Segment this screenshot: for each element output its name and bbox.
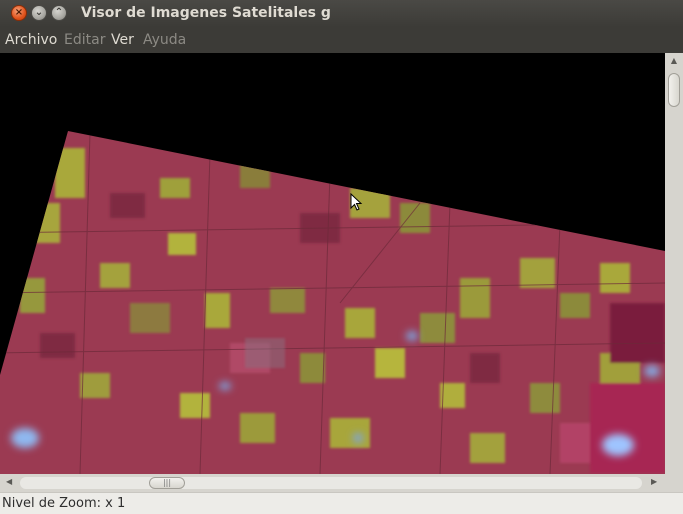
horizontal-scroll-track[interactable] bbox=[20, 477, 642, 489]
menu-ver[interactable]: Ver bbox=[111, 32, 134, 48]
scroll-left-icon[interactable]: ◀ bbox=[6, 477, 12, 486]
scroll-right-icon[interactable]: ▶ bbox=[651, 477, 657, 486]
menu-bar: Archivo Editar Ver Ayuda bbox=[0, 27, 683, 53]
window-title: Visor de Imagenes Satelitales g bbox=[81, 5, 331, 21]
scroll-up-icon[interactable]: ▲ bbox=[665, 56, 683, 65]
vertical-scrollbar[interactable]: ▲ bbox=[665, 53, 683, 474]
minimize-icon: ⌄ bbox=[34, 7, 44, 18]
menu-editar[interactable]: Editar bbox=[64, 32, 105, 48]
menu-ayuda[interactable]: Ayuda bbox=[143, 32, 186, 48]
status-bar: Nivel de Zoom: x 1 bbox=[0, 492, 683, 514]
maximize-button[interactable]: ⌃ bbox=[51, 5, 67, 21]
horizontal-scrollbar[interactable]: ◀ ||| ▶ bbox=[0, 474, 665, 492]
title-bar: × ⌄ ⌃ Visor de Imagenes Satelitales g bbox=[0, 0, 683, 27]
horizontal-scroll-thumb[interactable]: ||| bbox=[149, 477, 185, 489]
scrollbar-corner bbox=[665, 474, 683, 492]
vertical-scroll-thumb[interactable] bbox=[668, 73, 680, 107]
satellite-image bbox=[0, 131, 665, 474]
satellite-image-content bbox=[0, 131, 665, 474]
image-canvas[interactable] bbox=[0, 53, 665, 474]
close-icon: × bbox=[14, 7, 24, 18]
menu-archivo[interactable]: Archivo bbox=[5, 32, 57, 48]
maximize-icon: ⌃ bbox=[54, 7, 64, 18]
zoom-level-label: Nivel de Zoom: x 1 bbox=[2, 496, 126, 511]
close-button[interactable]: × bbox=[11, 5, 27, 21]
mouse-pointer-icon bbox=[350, 193, 363, 211]
minimize-button[interactable]: ⌄ bbox=[31, 5, 47, 21]
